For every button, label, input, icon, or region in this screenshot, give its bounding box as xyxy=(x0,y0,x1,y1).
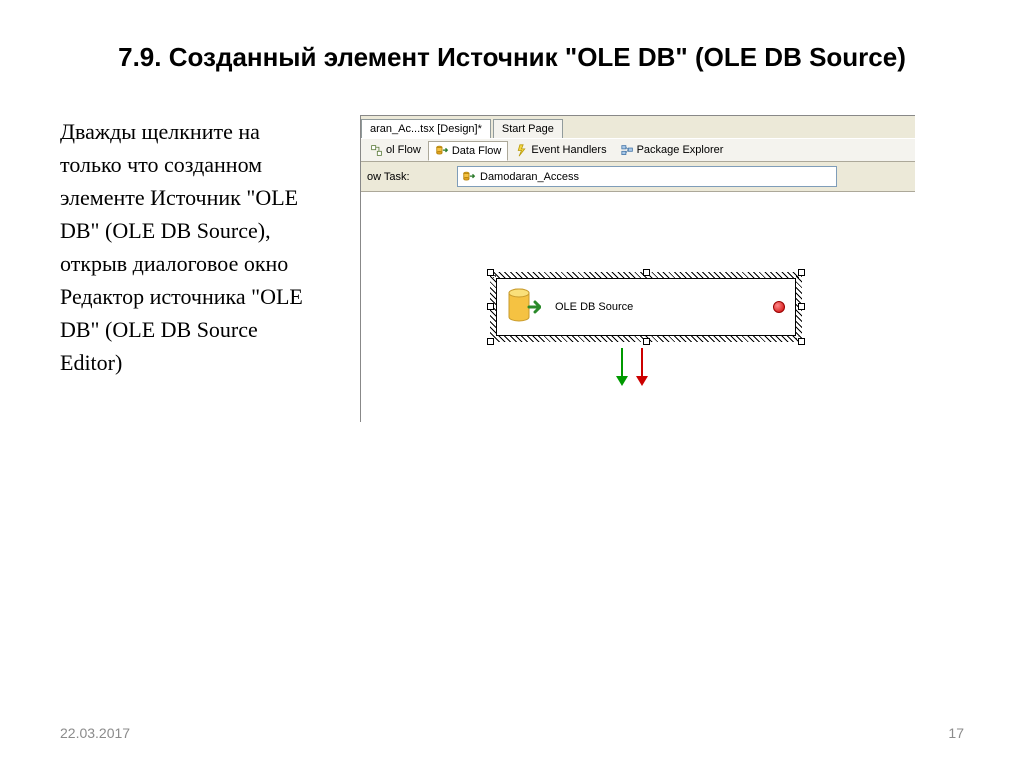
content-row: Дважды щелкните на только что созданном … xyxy=(60,115,964,422)
database-source-icon xyxy=(507,287,541,327)
resize-handle[interactable] xyxy=(487,338,494,345)
task-combobox[interactable]: Damodaran_Access xyxy=(457,166,837,187)
error-icon xyxy=(773,301,785,313)
component-label: OLE DB Source xyxy=(555,301,759,313)
document-tabs: aran_Ac...tsx [Design]* Start Page xyxy=(361,116,915,138)
event-handlers-icon xyxy=(515,144,528,157)
resize-handle[interactable] xyxy=(798,338,805,345)
output-arrows xyxy=(621,348,643,384)
error-output-arrow[interactable] xyxy=(641,348,643,384)
ole-db-source-component[interactable]: OLE DB Source xyxy=(496,278,796,336)
task-label: ow Task: xyxy=(367,171,447,183)
task-selector-bar: ow Task: Damodaran_Access xyxy=(361,162,915,192)
resize-handle[interactable] xyxy=(643,269,650,276)
resize-handle[interactable] xyxy=(798,303,805,310)
tab-label: Event Handlers xyxy=(531,144,606,156)
tab-label: ol Flow xyxy=(386,144,421,156)
task-value: Damodaran_Access xyxy=(480,171,579,183)
document-tab-design[interactable]: aran_Ac...tsx [Design]* xyxy=(361,119,491,138)
control-flow-icon xyxy=(370,144,383,157)
screenshot-panel: aran_Ac...tsx [Design]* Start Page ol Fl… xyxy=(360,115,964,422)
data-flow-icon xyxy=(435,144,449,158)
designer-tabs: ol Flow Data Flow Event Handlers xyxy=(361,138,915,162)
resize-handle[interactable] xyxy=(798,269,805,276)
slide-title: 7.9. Созданный элемент Источник "OLE DB"… xyxy=(102,40,922,75)
resize-handle[interactable] xyxy=(487,269,494,276)
tab-label: Data Flow xyxy=(452,145,502,157)
description-text: Дважды щелкните на только что созданном … xyxy=(60,115,320,422)
vs-window: aran_Ac...tsx [Design]* Start Page ol Fl… xyxy=(360,115,915,422)
tab-label: Package Explorer xyxy=(637,144,724,156)
tab-data-flow[interactable]: Data Flow xyxy=(428,141,509,161)
package-explorer-icon xyxy=(621,144,634,157)
resize-handle[interactable] xyxy=(487,303,494,310)
footer-page: 17 xyxy=(948,725,964,741)
resize-handle[interactable] xyxy=(643,338,650,345)
slide-footer: 22.03.2017 17 xyxy=(60,725,964,741)
component-box[interactable]: OLE DB Source xyxy=(496,278,796,336)
footer-date: 22.03.2017 xyxy=(60,725,130,741)
tab-control-flow[interactable]: ol Flow xyxy=(363,141,428,160)
data-flow-icon xyxy=(462,170,476,184)
tab-package-explorer[interactable]: Package Explorer xyxy=(614,141,731,160)
tab-event-handlers[interactable]: Event Handlers xyxy=(508,141,613,160)
document-tab-startpage[interactable]: Start Page xyxy=(493,119,563,138)
success-output-arrow[interactable] xyxy=(621,348,623,384)
design-canvas[interactable]: OLE DB Source xyxy=(361,192,915,422)
